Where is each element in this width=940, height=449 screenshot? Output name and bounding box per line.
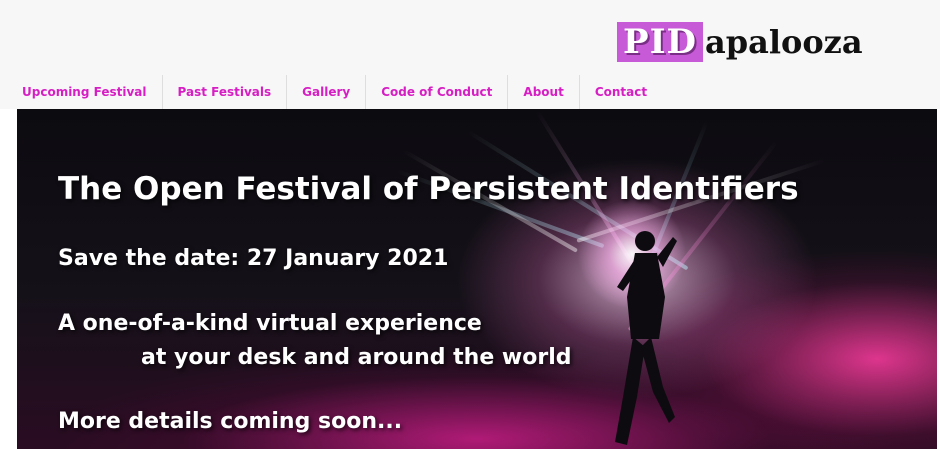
nav-item-gallery[interactable]: Gallery (287, 75, 367, 109)
dancer-silhouette (615, 231, 677, 445)
nav-item-past-festivals[interactable]: Past Festivals (163, 75, 288, 109)
main-nav: Upcoming Festival Past Festivals Gallery… (0, 75, 940, 109)
hero-headline: The Open Festival of Persistent Identifi… (58, 171, 799, 207)
experience-line-1: A one-of-a-kind virtual experience (58, 311, 482, 336)
logo-highlight: PID (617, 22, 703, 62)
nav-item-code-of-conduct[interactable]: Code of Conduct (366, 75, 509, 109)
logo-text: apalooza (704, 23, 863, 61)
nav-item-about[interactable]: About (508, 75, 580, 109)
nav-item-upcoming-festival[interactable]: Upcoming Festival (0, 75, 163, 109)
details-coming-soon: More details coming soon... (58, 409, 403, 434)
nav-item-contact[interactable]: Contact (580, 75, 662, 109)
hero-banner: The Open Festival of Persistent Identifi… (17, 109, 937, 449)
experience-line-2: at your desk and around the world (141, 345, 572, 370)
site-logo[interactable]: PID apalooza (617, 18, 885, 66)
save-the-date: Save the date: 27 January 2021 (58, 246, 449, 271)
